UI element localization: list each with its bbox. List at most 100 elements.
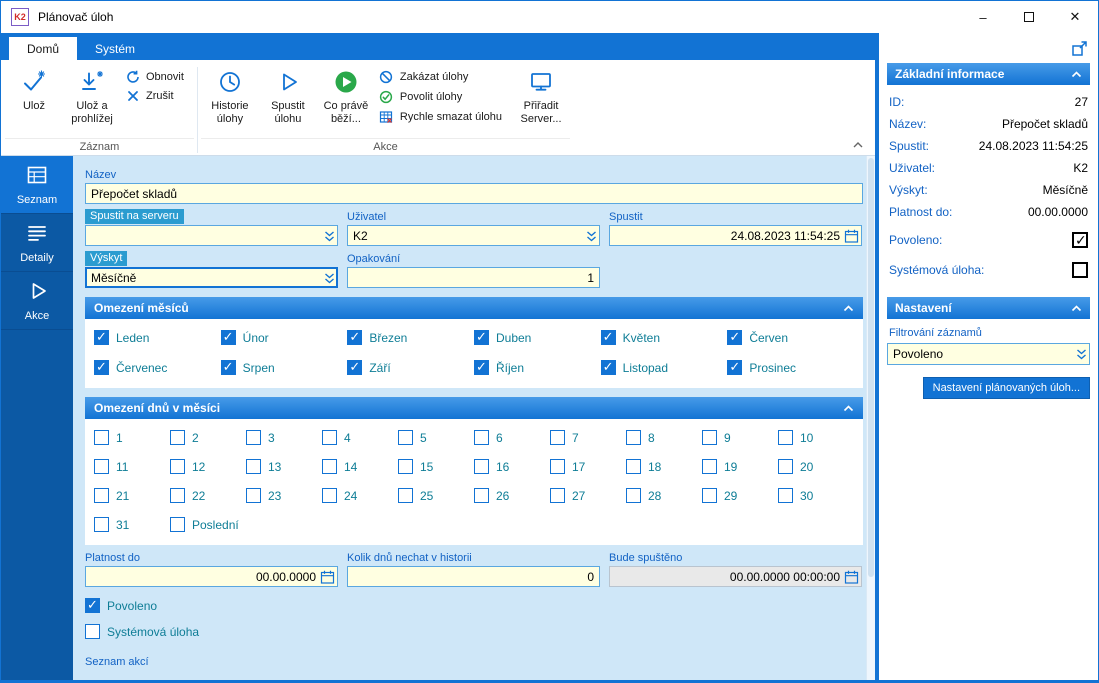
open-in-window-icon[interactable] (1071, 40, 1088, 60)
month-checkbox-Květen[interactable] (600, 329, 616, 345)
day-checkbox-Poslední[interactable] (170, 517, 185, 532)
chevron-down-icon[interactable] (324, 271, 335, 284)
day-checkbox-28[interactable] (626, 488, 641, 503)
month-checkbox-Říjen[interactable] (473, 359, 489, 375)
vertical-scrollbar[interactable] (866, 156, 875, 680)
day-checkbox-10[interactable] (778, 430, 793, 445)
day-checkbox-13[interactable] (246, 459, 261, 474)
sidebar-item-akce[interactable]: Akce (1, 272, 73, 330)
run-on-server-combo[interactable] (85, 225, 338, 246)
system-task-checkbox[interactable] (85, 624, 100, 639)
save-and-view-button[interactable]: Ulož a prohlížej (63, 62, 121, 138)
tab-domu[interactable]: Domů (9, 37, 78, 60)
day-item-28: 28 (626, 488, 702, 503)
day-checkbox-17[interactable] (550, 459, 565, 474)
tab-system[interactable]: Systém (77, 37, 153, 60)
day-checkbox-21[interactable] (94, 488, 109, 503)
month-checkbox-Listopad[interactable] (600, 359, 616, 375)
quick-delete-task-button[interactable]: Rychle smazat úlohu (375, 110, 512, 124)
day-checkbox-2[interactable] (170, 430, 185, 445)
enable-tasks-button[interactable]: Povolit úlohy (375, 90, 512, 104)
day-checkbox-23[interactable] (246, 488, 261, 503)
day-checkbox-6[interactable] (474, 430, 489, 445)
months-panel: Leden Únor Březen Duben Květen Červen Červenec… (85, 319, 863, 388)
month-checkbox-Září[interactable] (347, 359, 363, 375)
enabled-checkbox[interactable] (85, 597, 100, 613)
day-checkbox-16[interactable] (474, 459, 489, 474)
chevron-down-icon[interactable] (1076, 348, 1087, 361)
day-checkbox-14[interactable] (322, 459, 337, 474)
filter-records-combo[interactable]: Povoleno (887, 343, 1090, 365)
start-datetime-input[interactable]: 24.08.2023 11:54:25 (609, 225, 862, 246)
scrollbar-thumb[interactable] (868, 158, 874, 578)
panel-header-basic-info[interactable]: Základní informace (887, 63, 1090, 85)
day-checkbox-26[interactable] (474, 488, 489, 503)
day-checkbox-27[interactable] (550, 488, 565, 503)
close-button[interactable]: ✕ (1052, 1, 1098, 33)
sidebar-item-seznam[interactable]: Seznam (1, 156, 73, 214)
day-checkbox-31[interactable] (94, 517, 109, 532)
valid-until-input[interactable]: 00.00.0000 (85, 566, 338, 587)
panel-header-settings[interactable]: Nastavení (887, 297, 1090, 319)
month-checkbox-Duben[interactable] (473, 329, 489, 345)
day-checkbox-18[interactable] (626, 459, 641, 474)
day-checkbox-19[interactable] (702, 459, 717, 474)
run-task-button[interactable]: Spustit úlohu (259, 62, 317, 138)
day-checkbox-4[interactable] (322, 430, 337, 445)
minimize-button[interactable]: – (960, 1, 1006, 33)
list-icon (25, 163, 49, 190)
repeat-input[interactable]: 1 (347, 267, 600, 288)
save-button[interactable]: Ulož (5, 62, 63, 138)
day-checkbox-25[interactable] (398, 488, 413, 503)
section-header-months[interactable]: Omezení měsíců (85, 297, 863, 319)
sidebar-item-detaily[interactable]: Detaily (1, 214, 73, 272)
user-combo[interactable]: K2 (347, 225, 600, 246)
occurrence-combo[interactable]: Měsíčně (85, 267, 338, 288)
day-checkbox-7[interactable] (550, 430, 565, 445)
task-history-button[interactable]: Historie úlohy (201, 62, 259, 138)
day-checkbox-1[interactable] (94, 430, 109, 445)
month-checkbox-Červen[interactable] (727, 329, 743, 345)
history-days-input[interactable]: 0 (347, 566, 600, 587)
chevron-up-icon[interactable] (1071, 67, 1082, 81)
chevron-up-icon[interactable] (843, 301, 854, 315)
month-checkbox-Leden[interactable] (94, 329, 109, 345)
cancel-button[interactable]: Zrušit (121, 90, 194, 102)
scheduled-tasks-settings-button[interactable]: Nastavení plánovaných úloh... (922, 377, 1090, 399)
whats-running-button[interactable]: Co právě běží... (317, 62, 375, 138)
chevron-up-icon[interactable] (1071, 301, 1082, 315)
chevron-up-icon[interactable] (843, 401, 854, 415)
maximize-button[interactable] (1006, 1, 1052, 33)
name-input[interactable] (85, 183, 863, 204)
info-row-label: Platnost do: (889, 205, 953, 219)
day-checkbox-29[interactable] (702, 488, 717, 503)
refresh-button[interactable]: Obnovit (121, 70, 194, 84)
month-checkbox-Srpen[interactable] (220, 359, 236, 375)
day-checkbox-3[interactable] (246, 430, 261, 445)
day-checkbox-5[interactable] (398, 430, 413, 445)
chevron-down-icon[interactable] (324, 229, 335, 242)
month-checkbox-Únor[interactable] (220, 329, 236, 345)
day-checkbox-8[interactable] (626, 430, 641, 445)
day-checkbox-30[interactable] (778, 488, 793, 503)
user-label: Uživatel (347, 210, 387, 223)
day-item-29: 29 (702, 488, 778, 503)
month-checkbox-Červenec[interactable] (94, 359, 109, 375)
ribbon-collapse-button[interactable] (853, 137, 863, 151)
month-checkbox-Prosinec[interactable] (727, 359, 743, 375)
day-checkbox-22[interactable] (170, 488, 185, 503)
day-checkbox-20[interactable] (778, 459, 793, 474)
section-header-days[interactable]: Omezení dnů v měsíci (85, 397, 863, 419)
day-label: 2 (192, 430, 199, 445)
day-checkbox-15[interactable] (398, 459, 413, 474)
calendar-icon[interactable] (844, 228, 859, 243)
assign-server-button[interactable]: Přiřadit Server... (512, 62, 570, 138)
calendar-icon[interactable] (320, 569, 335, 584)
day-checkbox-12[interactable] (170, 459, 185, 474)
disable-tasks-button[interactable]: Zakázat úlohy (375, 70, 512, 84)
day-checkbox-9[interactable] (702, 430, 717, 445)
month-checkbox-Březen[interactable] (347, 329, 363, 345)
day-checkbox-11[interactable] (94, 459, 109, 474)
chevron-down-icon[interactable] (586, 229, 597, 242)
day-checkbox-24[interactable] (322, 488, 337, 503)
